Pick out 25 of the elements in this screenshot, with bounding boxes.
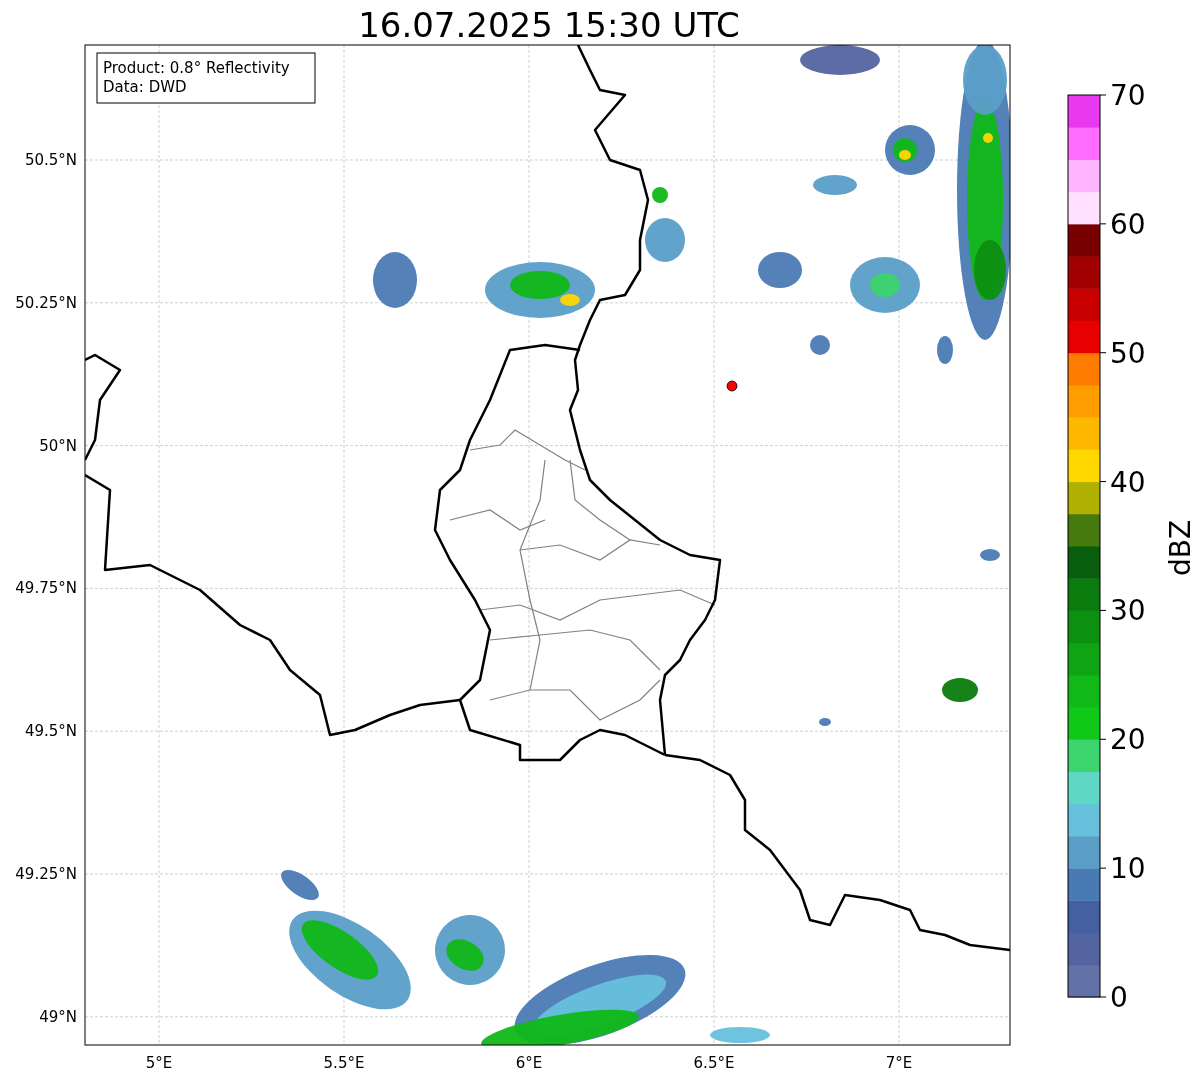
colorbar-tick-label: 30 bbox=[1110, 594, 1146, 628]
colorbar-tick-label: 0 bbox=[1110, 981, 1128, 1014]
latitude-label: 49.5°N bbox=[24, 722, 77, 741]
longitude-label: 6°E bbox=[515, 1054, 543, 1072]
latitude-label: 50°N bbox=[39, 436, 77, 455]
latitude-label: 49°N bbox=[39, 1007, 77, 1026]
latitude-label: 50.25°N bbox=[15, 293, 77, 312]
location-marker bbox=[726, 380, 738, 392]
info-text: Data: DWD bbox=[103, 78, 187, 96]
longitude-label: 5.5°E bbox=[323, 1054, 365, 1072]
latitude-label: 49.75°N bbox=[15, 579, 77, 598]
latitude-label: 49.25°N bbox=[15, 865, 77, 883]
colorbar-tick-label: 40 bbox=[1110, 465, 1146, 499]
info-text: Product: 0.8° Reflectivity bbox=[103, 59, 290, 77]
colorbar-tick-label: 20 bbox=[1110, 723, 1146, 757]
longitude-label: 7°E bbox=[885, 1054, 913, 1072]
colorbar-tick-label: 70 bbox=[1110, 79, 1146, 112]
longitude-label: 6.5°E bbox=[693, 1054, 735, 1072]
longitude-label: 5°E bbox=[145, 1054, 173, 1072]
colorbar-tick-label: 50 bbox=[1110, 336, 1146, 370]
colorbar-tick-label: 60 bbox=[1110, 207, 1146, 241]
chart-title: 16.07.2025 15:30 UTC bbox=[358, 5, 740, 45]
latitude-label: 50.5°N bbox=[24, 151, 77, 169]
colorbar-tick-label: 10 bbox=[1110, 852, 1146, 886]
colorbar-label: dBZ bbox=[1164, 519, 1197, 577]
